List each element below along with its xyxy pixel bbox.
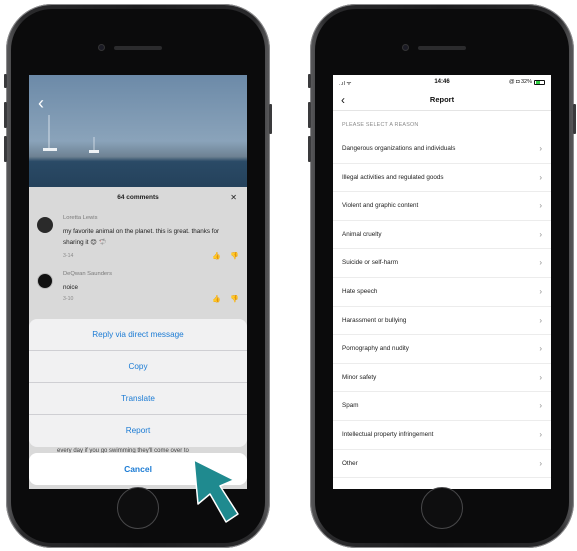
comments-count: 64 comments xyxy=(117,194,159,201)
chevron-right-icon: › xyxy=(539,401,542,411)
chevron-right-icon: › xyxy=(539,172,542,182)
chevron-right-icon: › xyxy=(539,201,542,211)
chevron-right-icon: › xyxy=(539,315,542,325)
back-chevron-icon[interactable]: ‹ xyxy=(38,93,44,114)
status-bar: ..ıl ᯤ 14:46 @ ◘ 32% xyxy=(333,75,551,89)
reason-item-suicide-self-harm[interactable]: Suicide or self-harm › xyxy=(333,249,551,278)
volume-down-button xyxy=(308,136,311,162)
reason-label: Suicide or self-harm xyxy=(342,259,398,267)
chevron-right-icon: › xyxy=(539,344,542,354)
reason-label: Minor safety xyxy=(342,373,377,381)
reason-item-ip-infringement[interactable]: Intellectual property infringement › xyxy=(333,421,551,450)
status-right: @ ◘ 32% xyxy=(509,79,545,85)
reason-item-spam[interactable]: Spam › xyxy=(333,392,551,421)
front-camera xyxy=(98,44,105,51)
dislike-icon[interactable]: 👎 xyxy=(230,252,239,260)
nav-bar: ‹ Report xyxy=(333,89,551,111)
translate-button[interactable]: Translate xyxy=(29,383,247,415)
reason-item-animal-cruelty[interactable]: Animal cruelty › xyxy=(333,221,551,250)
power-button xyxy=(269,104,272,134)
action-sheet: Reply via direct message Copy Translate … xyxy=(29,319,247,447)
reason-label: Animal cruelty xyxy=(342,230,382,238)
reason-item-minor-safety[interactable]: Minor safety › xyxy=(333,364,551,393)
video-background xyxy=(29,75,247,195)
reason-label: Dangerous organizations and individuals xyxy=(342,145,456,152)
reason-label: Other xyxy=(342,459,358,467)
earpiece-speaker xyxy=(114,46,162,50)
page-title: Report xyxy=(429,95,455,104)
right-phone-frame: ..ıl ᯤ 14:46 @ ◘ 32% ‹ Report PLEASE SEL… xyxy=(308,4,576,548)
comment-item: DeQwan Saunders noice 3-10 👍 👎 xyxy=(37,271,239,309)
comment-text[interactable]: my favorite animal on the planet. this i… xyxy=(63,226,233,248)
like-icon[interactable]: 👍 xyxy=(212,252,221,260)
home-button[interactable] xyxy=(117,487,159,529)
reason-item-pornography[interactable]: Pornography and nudity › xyxy=(333,335,551,364)
chevron-right-icon: › xyxy=(539,372,542,382)
reason-label: Intellectual property infringement xyxy=(342,430,434,438)
dislike-icon[interactable]: 👎 xyxy=(230,295,239,303)
power-button xyxy=(573,104,576,134)
reason-item-hate-speech[interactable]: Hate speech › xyxy=(333,278,551,307)
chevron-right-icon: › xyxy=(539,429,542,439)
volume-up-button xyxy=(4,102,7,128)
avatar[interactable] xyxy=(37,217,53,233)
earpiece-speaker xyxy=(418,46,466,50)
reason-label: Harassment or bullying xyxy=(342,316,407,324)
comment-author[interactable]: DeQwan Saunders xyxy=(63,271,112,277)
reason-item-harassment[interactable]: Harassment or bullying › xyxy=(333,307,551,336)
section-label: PLEASE SELECT A REASON xyxy=(342,122,419,128)
comment-item: Loretta Lewis my favorite animal on the … xyxy=(37,215,239,265)
silent-switch xyxy=(4,74,7,88)
reason-label: Illegal activities and regulated goods xyxy=(342,173,444,181)
close-icon[interactable]: ✕ xyxy=(230,187,237,209)
chevron-right-icon: › xyxy=(539,229,542,239)
report-screen: ..ıl ᯤ 14:46 @ ◘ 32% ‹ Report PLEASE SEL… xyxy=(333,75,551,489)
phone-bezel: ..ıl ᯤ 14:46 @ ◘ 32% ‹ Report PLEASE SEL… xyxy=(315,9,569,543)
comment-date: 3-14 xyxy=(63,253,74,259)
cursor-arrow-icon xyxy=(193,459,239,523)
reason-label: Pornography and nudity xyxy=(342,345,409,353)
sailboat-icon xyxy=(43,115,57,151)
chevron-right-icon: › xyxy=(539,258,542,268)
tiktok-comments-screen: ‹ 64 comments ✕ Loretta Lewis my favorit… xyxy=(29,75,247,489)
copy-button[interactable]: Copy xyxy=(29,351,247,383)
battery-percent: @ ◘ 32% xyxy=(509,79,532,85)
reason-label: Spam xyxy=(342,402,359,410)
home-button[interactable] xyxy=(421,487,463,529)
like-icon[interactable]: 👍 xyxy=(212,295,221,303)
report-button[interactable]: Report xyxy=(29,415,247,447)
comment-author[interactable]: Loretta Lewis xyxy=(63,215,97,221)
reason-item-other[interactable]: Other › xyxy=(333,450,551,479)
front-camera xyxy=(402,44,409,51)
reason-item-illegal-activities[interactable]: Illegal activities and regulated goods › xyxy=(333,164,551,193)
volume-up-button xyxy=(308,102,311,128)
chevron-right-icon: › xyxy=(539,144,542,153)
silent-switch xyxy=(308,74,311,88)
reason-label: Violent and graphic content xyxy=(342,202,419,210)
battery-icon xyxy=(534,79,545,85)
volume-down-button xyxy=(4,136,7,162)
comment-date: 3-10 xyxy=(63,296,74,302)
comment-text[interactable]: noice xyxy=(63,282,233,293)
reply-via-dm-button[interactable]: Reply via direct message xyxy=(29,319,247,351)
chevron-right-icon: › xyxy=(539,458,542,468)
reason-item-dangerous-organizations[interactable]: Dangerous organizations and individuals › xyxy=(333,135,551,164)
sailboat-icon xyxy=(89,137,99,153)
reason-list: Dangerous organizations and individuals ›… xyxy=(333,135,551,479)
chevron-right-icon: › xyxy=(539,286,542,296)
avatar[interactable] xyxy=(37,273,53,289)
reason-label: Hate speech xyxy=(342,287,378,295)
reason-item-violent-content[interactable]: Violent and graphic content › xyxy=(333,192,551,221)
